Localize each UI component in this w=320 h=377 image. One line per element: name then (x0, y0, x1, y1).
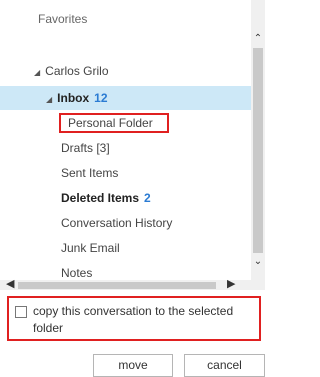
move-button[interactable]: move (93, 354, 173, 377)
folder-deleted-items[interactable]: Deleted Items 2 (61, 188, 151, 208)
scroll-down-icon[interactable]: ⌄ (251, 256, 265, 268)
folder-label: Inbox (57, 91, 90, 105)
collapse-arrow-icon[interactable]: ◢ (46, 95, 52, 104)
scroll-up-icon[interactable]: ⌃ (251, 33, 265, 45)
folder-label: Deleted Items (61, 191, 140, 205)
folder-sent-items[interactable]: Sent Items (61, 163, 118, 183)
account-node[interactable]: ◢ Carlos Grilo (34, 61, 109, 83)
horizontal-scrollbar[interactable]: ◀ ▶ (0, 277, 265, 290)
folder-personal[interactable]: Personal Folder (68, 113, 153, 133)
unread-count: 2 (144, 191, 151, 205)
folder-notes[interactable]: Notes (61, 263, 92, 280)
scroll-left-icon[interactable]: ◀ (6, 277, 14, 290)
collapse-arrow-icon[interactable]: ◢ (34, 68, 40, 77)
unread-count: 12 (94, 91, 108, 105)
favorites-header[interactable]: Favorites (38, 9, 87, 29)
folder-conversation-history[interactable]: Conversation History (61, 213, 172, 233)
account-label: Carlos Grilo (45, 64, 109, 78)
copy-conversation-checkbox[interactable] (15, 306, 27, 318)
folder-junk-email[interactable]: Junk Email (61, 238, 120, 258)
copy-conversation-label[interactable]: copy this conversation to the selected f… (33, 303, 259, 337)
copy-option-highlight: copy this conversation to the selected f… (7, 296, 261, 341)
vertical-scroll-thumb[interactable] (253, 48, 263, 253)
folder-drafts[interactable]: Drafts [3] (61, 138, 110, 158)
selected-row-highlight (0, 86, 251, 110)
folder-inbox[interactable]: ◢ Inbox 12 (46, 88, 108, 110)
scroll-right-icon[interactable]: ▶ (227, 277, 235, 290)
vertical-scrollbar[interactable]: ⌃ ⌄ (251, 0, 265, 282)
cancel-button[interactable]: cancel (184, 354, 265, 377)
horizontal-scroll-thumb[interactable] (18, 282, 216, 289)
folder-tree[interactable]: Favorites ◢ Carlos Grilo ◢ Inbox 12 Persona… (0, 0, 251, 280)
